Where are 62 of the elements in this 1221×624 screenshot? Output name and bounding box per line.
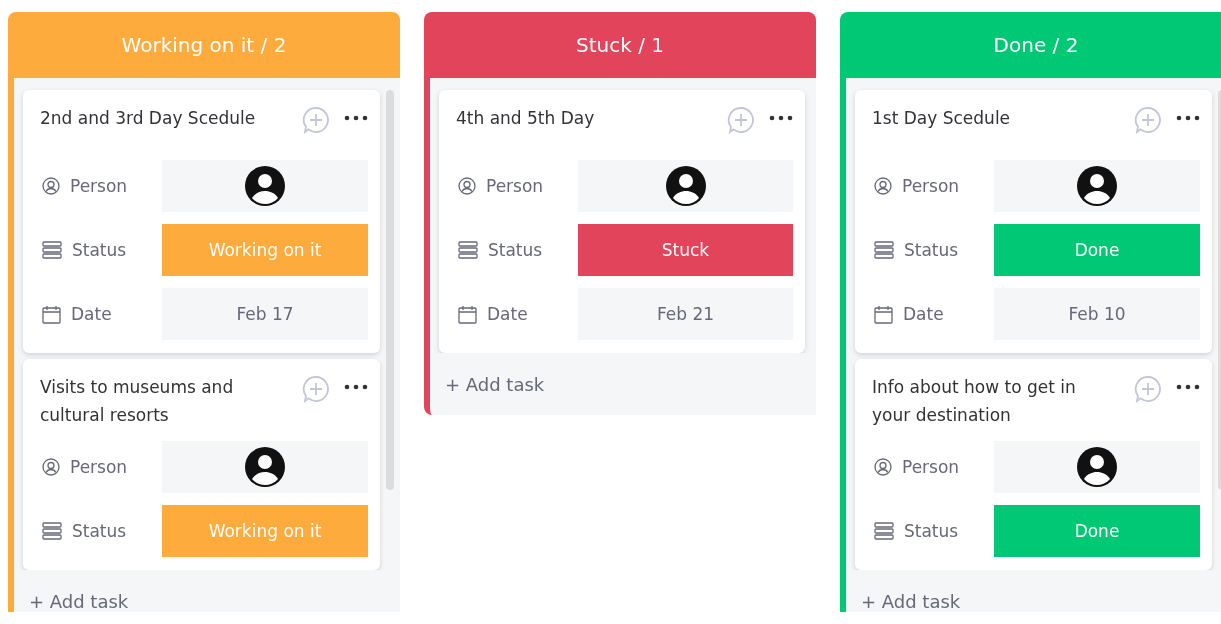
field-label: Status [488, 240, 543, 260]
field-label: Person [70, 176, 128, 196]
field-label: Status [904, 521, 959, 541]
chat-plus-icon [1134, 375, 1162, 403]
field-label: Date [903, 304, 944, 324]
person-cell[interactable] [578, 160, 793, 212]
chat-plus-icon [302, 106, 330, 134]
column-header: Working on it / 2 [8, 12, 400, 78]
field-label: Status [72, 521, 127, 541]
person-icon [42, 458, 60, 476]
list-icon [42, 241, 62, 259]
more-icon [1176, 115, 1200, 121]
person-icon [874, 177, 892, 195]
card-title: Info about how to get in your destination [872, 376, 1077, 427]
list-icon [42, 522, 62, 540]
field-label: Status [72, 240, 127, 260]
calendar-icon [874, 304, 893, 324]
card-title: 2nd and 3rd Day Scedule [40, 107, 257, 130]
scrollbar-thumb[interactable] [386, 90, 394, 490]
list-icon [874, 522, 894, 540]
person-cell[interactable] [994, 160, 1200, 212]
card-title: 4th and 5th Day [456, 107, 596, 130]
column-header: Done / 2 [840, 12, 1221, 78]
avatar-icon [1076, 446, 1118, 488]
field-label: Person [70, 457, 128, 477]
date-cell[interactable]: Feb 17 [162, 288, 368, 340]
card-title: Visits to museums and cultural resorts [40, 376, 235, 427]
field-label: Person [486, 176, 544, 196]
avatar-icon [1076, 165, 1118, 207]
field-label: Date [71, 304, 112, 324]
person-cell[interactable] [994, 441, 1200, 493]
date-cell[interactable]: Feb 21 [578, 288, 793, 340]
status-label[interactable]: Stuck [578, 224, 793, 276]
add-task-button[interactable]: + Add task [445, 373, 545, 395]
person-icon [458, 177, 476, 195]
card-title: 1st Day Scedule [872, 107, 1012, 130]
field-label: Person [902, 457, 960, 477]
avatar-icon [664, 165, 707, 207]
chat-plus-icon [302, 375, 330, 403]
date-cell[interactable]: Feb 10 [994, 288, 1200, 340]
person-cell[interactable] [162, 441, 368, 493]
more-icon [1176, 384, 1200, 390]
add-task-button[interactable]: + Add task [29, 590, 129, 612]
list-icon [874, 241, 894, 259]
calendar-icon [458, 304, 477, 324]
person-icon [874, 458, 892, 476]
person-cell[interactable] [162, 160, 368, 212]
add-task-button[interactable]: + Add task [861, 590, 961, 612]
field-label: Person [902, 176, 960, 196]
field-label: Date [487, 304, 528, 324]
chat-plus-icon [1134, 106, 1162, 134]
field-label: Status [904, 240, 959, 260]
avatar-icon [244, 165, 286, 207]
more-icon [769, 115, 793, 121]
avatar-icon [244, 446, 286, 488]
more-icon [344, 115, 368, 121]
calendar-icon [42, 304, 61, 324]
person-icon [42, 177, 60, 195]
column-header: Stuck / 1 [424, 12, 816, 78]
list-icon [458, 241, 478, 259]
more-icon [344, 384, 368, 390]
chat-plus-icon [727, 106, 755, 134]
